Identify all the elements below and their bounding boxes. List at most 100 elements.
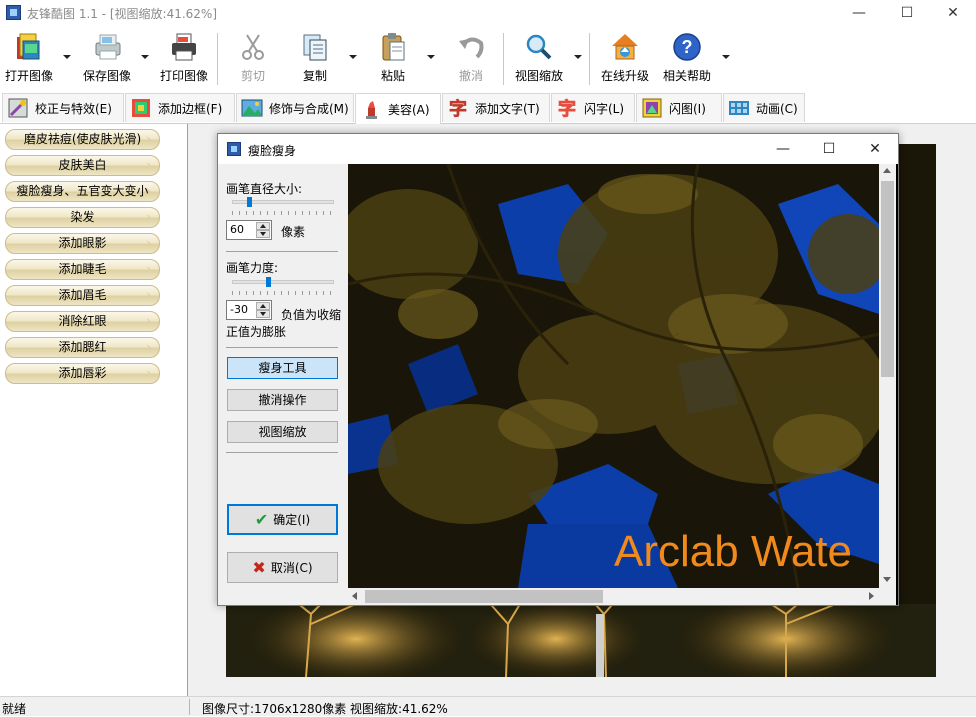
dialog-close-button[interactable]: ✕ — [852, 134, 898, 164]
ok-button[interactable]: ✔ 确定(I) — [227, 504, 338, 535]
save-dropdown-arrow[interactable] — [141, 55, 149, 59]
help-label: 相关帮助 — [662, 69, 711, 83]
sidebar-item-blush[interactable]: 添加腮红 — [5, 337, 160, 358]
dialog-zoom-button[interactable]: 视图缩放 — [227, 421, 338, 443]
dialog-title-bar: 瘦脸瘦身 — ☐ ✕ — [218, 134, 898, 164]
spinner-down-icon[interactable] — [256, 230, 270, 238]
sidebar-item-skin-whiten[interactable]: 皮肤美白 — [5, 155, 160, 176]
tab-label: 修饰与合成(M) — [269, 101, 349, 116]
spinner-up-icon[interactable] — [256, 222, 270, 230]
tab-add-text[interactable]: 字 添加文字(T) — [442, 93, 550, 122]
sidebar-item-eyebrow[interactable]: 添加眉毛 — [5, 285, 160, 306]
scroll-down-icon[interactable] — [883, 577, 891, 582]
dialog-title: 瘦脸瘦身 — [248, 144, 297, 158]
zoom-dropdown-arrow[interactable] — [574, 55, 582, 59]
text-char-icon: 字 — [447, 97, 469, 121]
brush-force-value[interactable]: -30 — [230, 303, 248, 316]
slim-tool-button[interactable]: 瘦身工具 — [227, 357, 338, 379]
sidebar-item-face-slim[interactable]: 瘦脸瘦身、五官变大变小 — [5, 181, 160, 202]
cut-button[interactable]: 剪切 — [228, 31, 278, 87]
save-image-button[interactable]: 保存图像 — [82, 31, 132, 87]
border-icon — [130, 97, 152, 119]
cancel-label: 取消(C) — [270, 561, 313, 575]
sidebar-item-eyeshadow[interactable]: 添加眼影 — [5, 233, 160, 254]
close-button[interactable]: ✕ — [930, 0, 976, 25]
preview-vertical-scroll-thumb[interactable] — [881, 181, 894, 377]
svg-text:字: 字 — [449, 98, 467, 119]
slim-face-dialog: 瘦脸瘦身 — ☐ ✕ 画笔直径大小: 60 像素 画笔力度: -30 负值为收缩… — [217, 133, 899, 606]
svg-text:字: 字 — [558, 98, 576, 119]
toolbar-separator — [217, 33, 218, 85]
dialog-maximize-button[interactable]: ☐ — [806, 134, 852, 164]
tab-add-border[interactable]: 添加边框(F) — [125, 93, 235, 122]
brush-force-hint-positive: 正值为膨胀 — [226, 325, 287, 339]
brush-force-label: 画笔力度: — [226, 261, 279, 275]
tab-label: 闪图(I) — [669, 101, 706, 116]
status-separator — [189, 699, 190, 715]
undo-button[interactable]: 撤消 — [446, 31, 496, 87]
copy-button[interactable]: 复制 — [290, 31, 340, 87]
open-image-button[interactable]: 打开图像 — [4, 31, 54, 87]
sidebar-item-hair-dye[interactable]: 染发 — [5, 207, 160, 228]
brush-force-spinner[interactable]: -30 — [226, 300, 272, 320]
spinner-down-icon[interactable] — [256, 310, 270, 318]
tab-beauty[interactable]: 美容(A) — [355, 93, 441, 124]
sidebar-item-skin-smooth[interactable]: 磨皮祛痘(使皮肤光滑) — [5, 129, 160, 150]
dialog-app-icon — [227, 142, 241, 156]
tab-label: 添加边框(F) — [158, 101, 223, 116]
preview-horizontal-scroll-thumb[interactable] — [365, 590, 603, 603]
tab-label: 校正与特效(E) — [35, 101, 112, 116]
brush-size-slider-thumb[interactable] — [246, 197, 252, 207]
print-image-button[interactable]: 打印图像 — [159, 31, 209, 87]
scroll-right-icon[interactable] — [869, 592, 874, 600]
tab-retouch-compose[interactable]: 修饰与合成(M) — [236, 93, 354, 122]
open-dropdown-arrow[interactable] — [63, 55, 71, 59]
preview-horizontal-scrollbar[interactable] — [348, 588, 879, 605]
copy-label: 复制 — [302, 69, 327, 83]
view-zoom-button[interactable]: 视图缩放 — [513, 31, 565, 87]
maximize-button[interactable]: ☐ — [884, 0, 930, 25]
copy-dropdown-arrow[interactable] — [349, 55, 357, 59]
minimize-button[interactable]: — — [836, 0, 882, 25]
brush-force-slider[interactable] — [232, 280, 334, 284]
sidebar-item-eyelash[interactable]: 添加睫毛 — [5, 259, 160, 280]
scroll-left-icon[interactable] — [352, 592, 357, 600]
slim-preview-canvas[interactable]: Arclab Wate — [348, 164, 898, 605]
undo-operation-button[interactable]: 撤消操作 — [227, 389, 338, 411]
online-upgrade-button[interactable]: 在线升级 — [599, 31, 651, 87]
watermark-text: Arclab Wate — [614, 527, 852, 576]
tab-bar: 校正与特效(E) 添加边框(F) 修饰与合成(M) 美容(A) 字 添加文字(T… — [0, 91, 976, 124]
paste-dropdown-arrow[interactable] — [427, 55, 435, 59]
help-button[interactable]: ? 相关帮助 — [661, 31, 713, 87]
tab-label: 动画(C) — [756, 101, 798, 116]
brush-size-value[interactable]: 60 — [230, 223, 244, 236]
brush-force-slider-thumb[interactable] — [265, 277, 271, 287]
scroll-up-icon[interactable] — [883, 168, 891, 173]
tab-label: 闪字(L) — [584, 101, 625, 116]
cut-label: 剪切 — [240, 69, 265, 83]
preview-vertical-scrollbar[interactable] — [879, 164, 896, 588]
sidebar-item-lip-gloss[interactable]: 添加唇彩 — [5, 363, 160, 384]
dialog-minimize-button[interactable]: — — [760, 134, 806, 164]
brush-size-spinner[interactable]: 60 — [226, 220, 272, 240]
upgrade-house-icon — [609, 31, 641, 63]
tab-correction-effects[interactable]: 校正与特效(E) — [2, 93, 124, 122]
tab-label: 添加文字(T) — [475, 101, 540, 116]
flash-image-icon — [641, 97, 663, 119]
undo-label: 撤消 — [458, 69, 483, 83]
sidebar-item-red-eye[interactable]: 消除红眼 — [5, 311, 160, 332]
cancel-button[interactable]: ✖ 取消(C) — [227, 552, 338, 583]
spinner-up-icon[interactable] — [256, 302, 270, 310]
window-title: 友锋酷图 1.1 - [视图缩放:41.62%] — [27, 7, 218, 21]
brush-force-hint-negative: 负值为收缩 — [281, 308, 342, 322]
paste-button[interactable]: 粘贴 — [368, 31, 418, 87]
svg-text:?: ? — [682, 37, 693, 57]
tab-animation[interactable]: 动画(C) — [723, 93, 805, 122]
printer-icon — [168, 31, 200, 63]
magnifier-icon — [523, 31, 555, 63]
app-icon — [6, 5, 21, 20]
tab-flash-text[interactable]: 字 闪字(L) — [551, 93, 635, 122]
help-dropdown-arrow[interactable] — [722, 55, 730, 59]
tab-flash-image[interactable]: 闪图(I) — [636, 93, 722, 122]
spinner-arrows — [256, 222, 270, 238]
